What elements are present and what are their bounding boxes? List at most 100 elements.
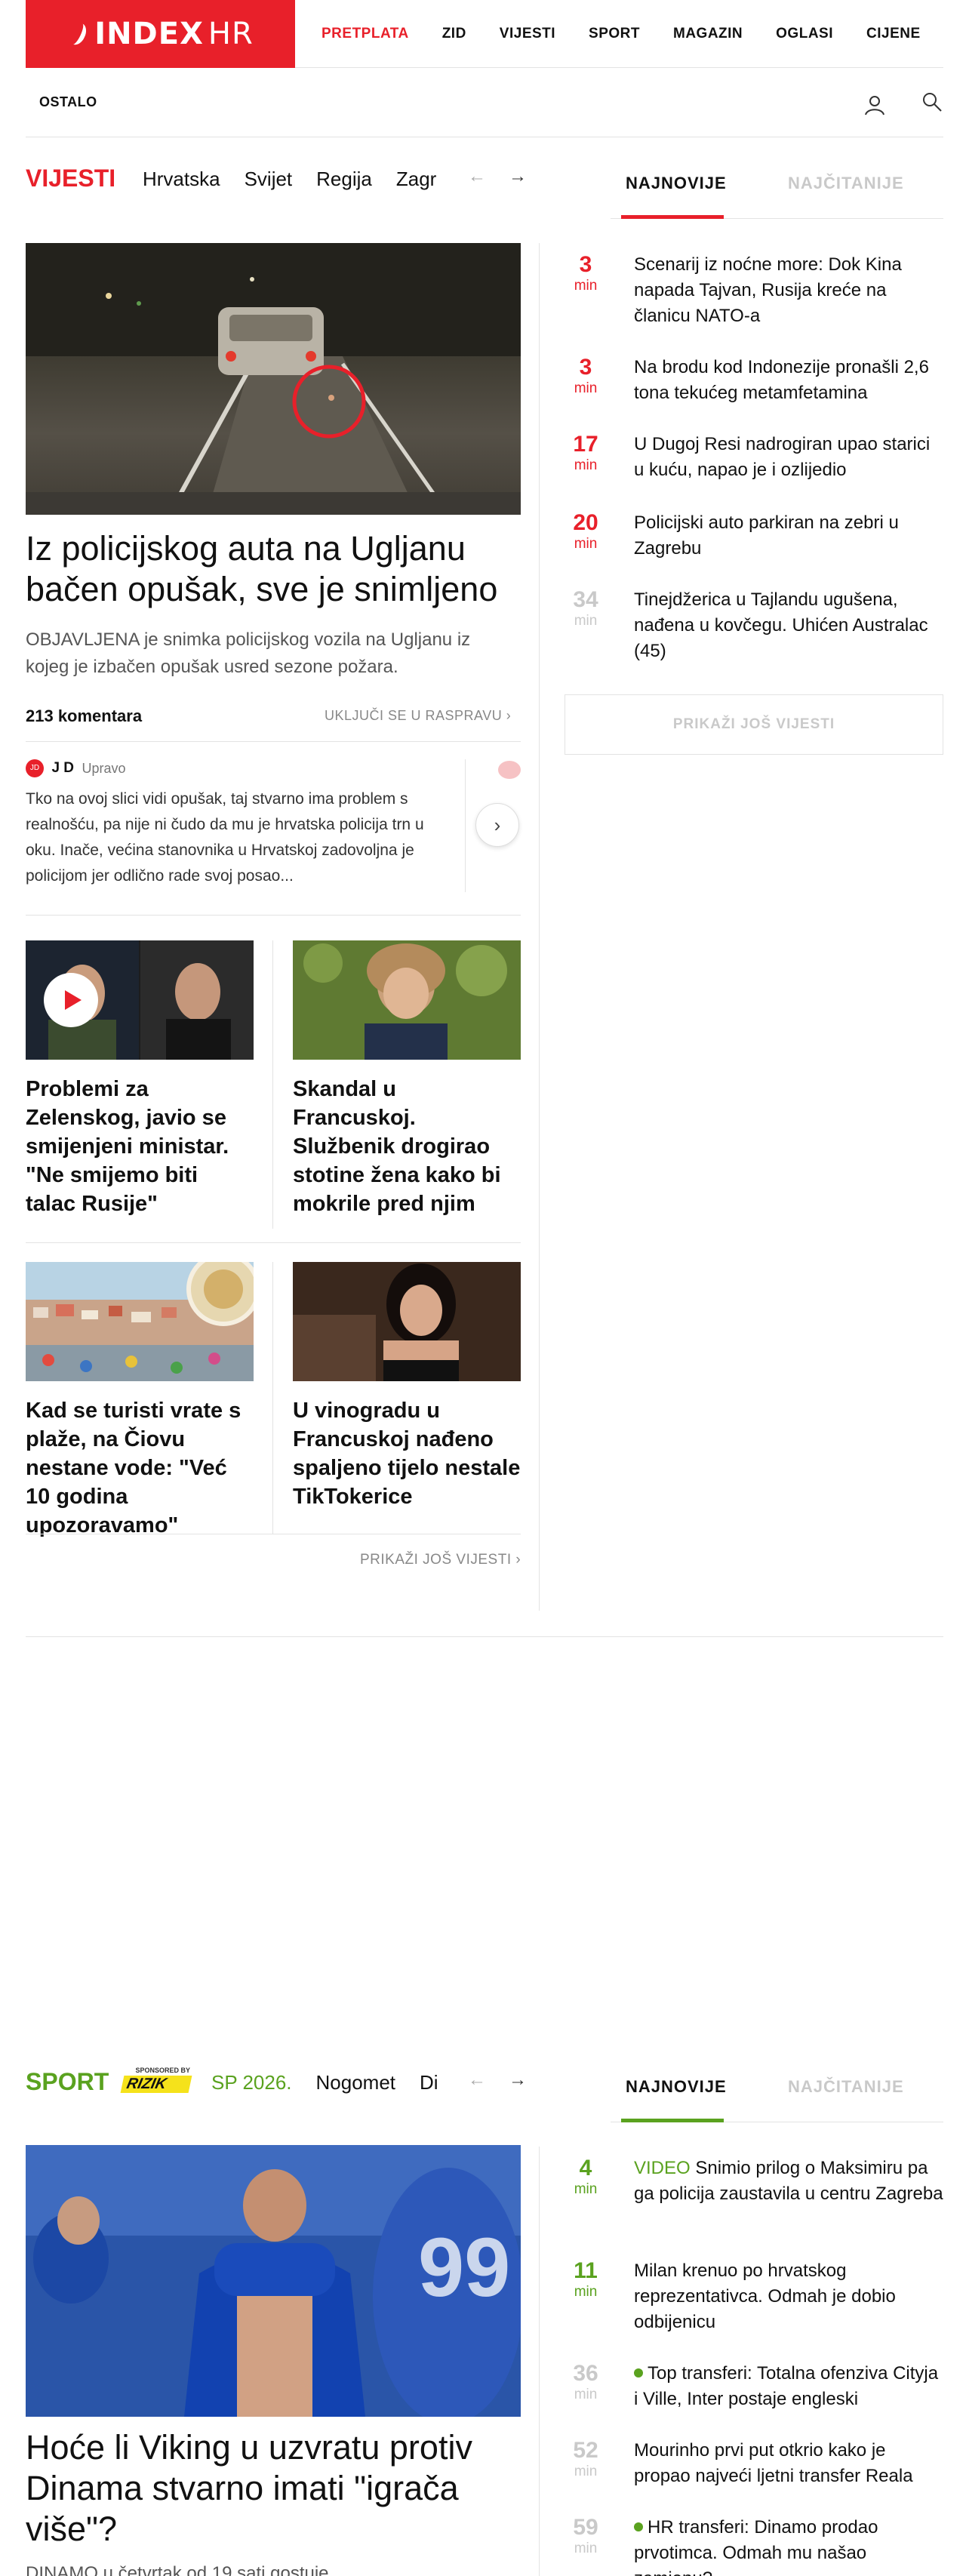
active-tab-underline: [621, 2119, 724, 2122]
latest-time: 11: [574, 2258, 598, 2283]
sport-main-title[interactable]: Hoće li Viking u uzvratu protiv Dinama s…: [26, 2427, 516, 2550]
column-divider: [539, 243, 540, 1611]
nav-oglasi[interactable]: OGLASI: [776, 26, 833, 42]
join-discussion-link[interactable]: UKLJUČI SE U RASPRAVU ›: [325, 708, 511, 724]
card-1-title[interactable]: Problemi za Zelenskog, javio se smijenje…: [26, 1075, 254, 1218]
latest-time: 36: [573, 2361, 598, 2386]
active-tab-underline: [621, 215, 724, 219]
latest-time-unit: min: [574, 613, 598, 629]
sponsor-badge[interactable]: SPONSORED BY RIZIK: [120, 2067, 192, 2093]
latest-time: 59: [573, 2515, 598, 2540]
nav-pretplata[interactable]: PRETPLATA: [321, 26, 409, 42]
column-divider: [539, 2147, 540, 2576]
news-latest-tabs: NAJNOVIJE NAJČITANIJE: [611, 149, 943, 219]
divider: [26, 1242, 521, 1243]
latest-time-unit: min: [574, 2284, 598, 2300]
latest-time-unit: min: [574, 2387, 598, 2402]
card-3-title[interactable]: Kad se turisti vrate s plaže, na Čiovu n…: [26, 1396, 254, 1540]
sport-category-tabs: SP 2026. Nogomet Di: [211, 2071, 469, 2094]
tab-svijet[interactable]: Svijet: [245, 168, 293, 191]
site-logo[interactable]: INDEX HR: [26, 0, 295, 68]
main-article-lead: OBJAVLJENA je snimka policijskog vozila …: [26, 629, 471, 677]
card-4-title[interactable]: U vinogradu u Francuskoj nađeno spaljeno…: [293, 1396, 521, 1511]
avatar: JD: [26, 759, 44, 777]
arrow-left-icon[interactable]: ←: [468, 2070, 486, 2091]
arrow-right-icon[interactable]: →: [509, 166, 527, 187]
news-section-title[interactable]: VIJESTI: [26, 165, 115, 192]
tab-najcitanije[interactable]: NAJČITANIJE: [788, 2077, 904, 2097]
latest-time-unit: min: [574, 2181, 598, 2197]
tab-more[interactable]: Di: [420, 2071, 438, 2094]
next-comment-avatar-peek: [498, 761, 521, 779]
live-dot-icon: [634, 2368, 643, 2377]
latest-title: Scenarij iz noćne more: Dok Kina napada …: [634, 254, 902, 326]
tab-najnovije[interactable]: NAJNOVIJE: [626, 174, 727, 193]
user-icon[interactable]: [863, 94, 886, 116]
nav-cijene[interactable]: CIJENE: [866, 26, 921, 42]
tab-hrvatska[interactable]: Hrvatska: [143, 168, 220, 191]
comment-author: J D: [51, 760, 75, 776]
nav-sport[interactable]: SPORT: [589, 26, 640, 42]
tab-zagreb[interactable]: Zagr: [396, 168, 436, 191]
tab-najnovije[interactable]: NAJNOVIJE: [626, 2077, 727, 2097]
logo-suffix: HR: [208, 17, 254, 51]
latest-time: 20: [573, 510, 598, 535]
comments-count[interactable]: 213 komentara: [26, 706, 142, 726]
play-video-button[interactable]: [44, 973, 98, 1027]
latest-title: Na brodu kod Indonezije pronašli 2,6 ton…: [634, 357, 929, 403]
arrow-right-icon[interactable]: →: [509, 2070, 527, 2091]
sport-section-bar: SPORT SPONSORED BY RIZIK SP 2026. Nogome…: [26, 2053, 943, 2122]
nav-vijesti[interactable]: VIJESTI: [500, 26, 555, 42]
latest-title: Policijski auto parkiran na zebri u Zagr…: [634, 512, 899, 559]
news-section-bar: VIJESTI Hrvatska Svijet Regija Zagr ← → …: [26, 149, 943, 219]
latest-time-unit: min: [574, 2464, 598, 2479]
latest-time: 17: [573, 432, 598, 457]
latest-time: 3: [579, 355, 592, 380]
night-road-photo: [26, 243, 521, 515]
sub-navigation: OSTALO: [26, 68, 943, 137]
sport-section-title[interactable]: SPORT: [26, 2068, 109, 2096]
show-more-latest-button[interactable]: PRIKAŽI JOŠ VIJESTI: [565, 694, 943, 755]
comment-time: Upravo: [82, 760, 126, 776]
ciovo-beach-photo: [26, 1262, 254, 1381]
latest-time-unit: min: [574, 380, 598, 396]
latest-time-unit: min: [574, 2541, 598, 2556]
svg-text:99: 99: [418, 2221, 510, 2314]
comment-card[interactable]: JD J D Upravo Tko na ovoj slici vidi opu…: [26, 759, 448, 889]
latest-title: U Dugoj Resi nadrogiran upao starici u k…: [634, 434, 931, 480]
card-3-image[interactable]: [26, 1262, 254, 1381]
nav-magazin[interactable]: MAGAZIN: [673, 26, 743, 42]
latest-title: Tinejdžerica u Tajlandu ugušena, nađena …: [634, 589, 928, 661]
latest-title: VIDEO Snimio prilog o Maksimiru pa ga po…: [634, 2156, 943, 2207]
tab-nogomet[interactable]: Nogomet: [316, 2071, 396, 2094]
show-more-news-link[interactable]: PRIKAŽI JOŠ VIJESTI ›: [360, 1552, 521, 1568]
card-4-image[interactable]: [293, 1262, 521, 1381]
news-category-tabs: Hrvatska Svijet Regija Zagr: [143, 168, 473, 191]
card-2-image[interactable]: [293, 940, 521, 1060]
sport-main-image[interactable]: 99: [26, 2145, 521, 2417]
section-divider: [26, 1636, 943, 1637]
latest-time: 52: [573, 2438, 598, 2463]
site-header: INDEX HR PRETPLATA ZID VIJESTI SPORT MAGA…: [26, 0, 943, 68]
main-article-image[interactable]: [26, 243, 521, 515]
arrow-left-icon[interactable]: ←: [468, 166, 486, 187]
sponsor-label: SPONSORED BY: [135, 2067, 190, 2074]
card-2-title[interactable]: Skandal u Francuskoj. Službenik drogirao…: [293, 1075, 521, 1218]
divider: [26, 741, 521, 742]
tab-regija[interactable]: Regija: [316, 168, 372, 191]
tab-najcitanije[interactable]: NAJČITANIJE: [788, 174, 904, 193]
latest-time: 34: [573, 587, 598, 612]
tab-sp-2026[interactable]: SP 2026.: [211, 2071, 292, 2094]
latest-title: Mourinho prvi put otkrio kako je propao …: [634, 2440, 913, 2486]
dinamo-players-photo: 99: [26, 2145, 521, 2417]
card-divider: [272, 940, 273, 1229]
main-article-title[interactable]: Iz policijskog auta na Ugljanu bačen opu…: [26, 528, 516, 610]
search-icon[interactable]: [921, 91, 943, 113]
nav-ostalo[interactable]: OSTALO: [39, 94, 97, 110]
next-comment-button[interactable]: ›: [475, 803, 519, 847]
latest-time: 3: [579, 252, 592, 277]
latest-time-unit: min: [574, 536, 598, 552]
card-1-image[interactable]: [26, 940, 254, 1060]
nav-zid[interactable]: ZID: [442, 26, 466, 42]
latest-title-text: Top transferi: Totalna ofenziva Cityja i…: [634, 2363, 939, 2409]
